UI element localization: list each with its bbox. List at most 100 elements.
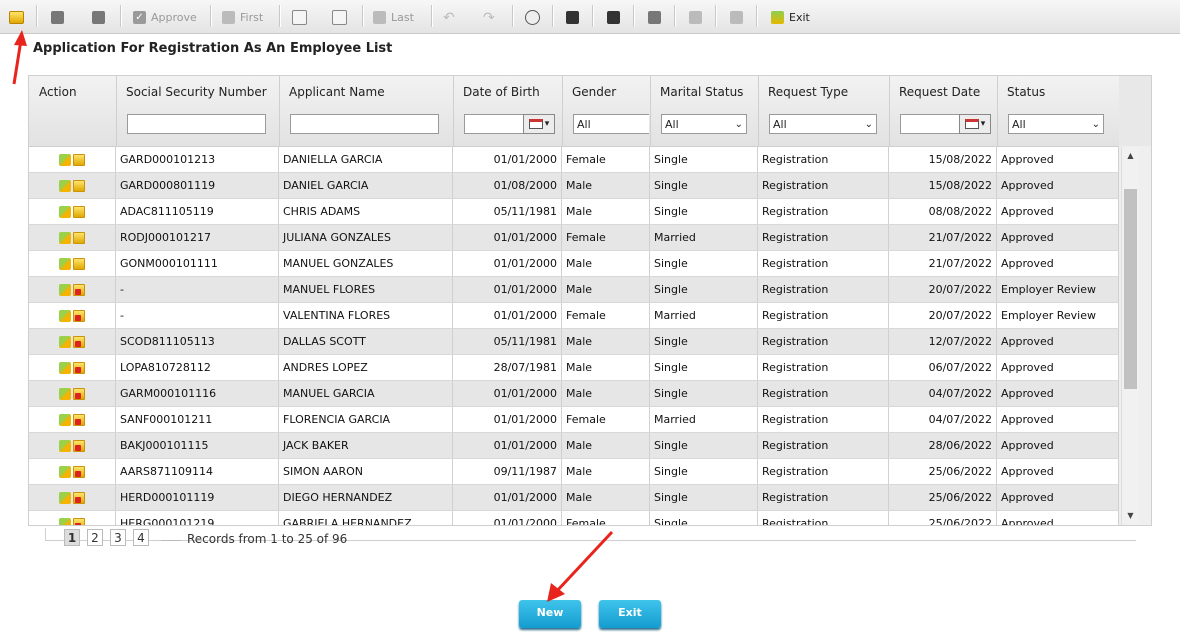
table-row[interactable]: RODJ000101217 JULIANA GONZALES 01/01/2000 F… bbox=[29, 225, 1119, 251]
table-row[interactable]: BAKJ000101115 JACK BAKER 01/01/2000 Male Sin… bbox=[29, 433, 1119, 459]
view-icon[interactable] bbox=[73, 257, 85, 270]
print-list-button[interactable] bbox=[51, 6, 69, 28]
gender-filter-select[interactable]: All bbox=[573, 114, 649, 134]
view-icon[interactable] bbox=[73, 517, 85, 525]
status-filter-select[interactable]: All ⌄ bbox=[1008, 114, 1104, 134]
edit-icon[interactable] bbox=[59, 205, 71, 218]
page-3-button[interactable]: 3 bbox=[110, 529, 126, 546]
name-filter-input[interactable] bbox=[290, 114, 439, 134]
table-row[interactable]: GARD000801119 DANIEL GARCIA 01/08/2000 Male… bbox=[29, 173, 1119, 199]
dob-calendar-button[interactable]: ▾ bbox=[523, 114, 555, 134]
save-close-button[interactable] bbox=[607, 6, 625, 28]
scroll-up-icon[interactable]: ▲ bbox=[1122, 149, 1139, 163]
edit-icon[interactable] bbox=[59, 465, 71, 478]
row-actions bbox=[29, 381, 116, 406]
page-2-button[interactable]: 2 bbox=[87, 529, 103, 546]
edit-icon[interactable] bbox=[59, 361, 71, 374]
request-type-filter-select[interactable]: All ⌄ bbox=[769, 114, 877, 134]
table-row[interactable]: SCOD811105113 DALLAS SCOTT 05/11/1981 Male S… bbox=[29, 329, 1119, 355]
edit-icon[interactable] bbox=[59, 309, 71, 322]
edit-icon[interactable] bbox=[59, 231, 71, 244]
request-date-filter-input[interactable] bbox=[900, 114, 960, 134]
view-icon[interactable] bbox=[73, 439, 85, 452]
printer-button[interactable] bbox=[730, 6, 748, 28]
row-actions bbox=[29, 199, 116, 224]
export-button[interactable] bbox=[92, 6, 110, 28]
table-row[interactable]: LOPA810728112 ANDRES LOPEZ 28/07/1981 Male S… bbox=[29, 355, 1119, 381]
edit-icon[interactable] bbox=[59, 179, 71, 192]
delete-button[interactable] bbox=[648, 6, 666, 28]
marital-filter-select[interactable]: All ⌄ bbox=[661, 114, 747, 134]
approve-button[interactable]: ✓ Approve bbox=[133, 6, 197, 28]
table-row[interactable]: ADAC811105119 CHRIS ADAMS 05/11/1981 Male Si… bbox=[29, 199, 1119, 225]
prev-button[interactable] bbox=[292, 6, 312, 28]
view-icon[interactable] bbox=[73, 361, 85, 374]
first-button[interactable]: First bbox=[222, 6, 263, 28]
delete-icon bbox=[648, 10, 661, 24]
edit-icon[interactable] bbox=[59, 257, 71, 270]
view-icon[interactable] bbox=[73, 231, 85, 244]
view-icon[interactable] bbox=[73, 309, 85, 322]
table-row[interactable]: HERD000101119 DIEGO HERNANDEZ 01/01/2000 Ma… bbox=[29, 485, 1119, 511]
edit-icon[interactable] bbox=[59, 439, 71, 452]
view-icon[interactable] bbox=[73, 179, 85, 192]
edit-icon[interactable] bbox=[59, 283, 71, 296]
vertical-scrollbar[interactable]: ▲ ▼ bbox=[1121, 147, 1139, 525]
redo-button[interactable]: ↷ bbox=[483, 6, 501, 28]
edit-icon[interactable] bbox=[59, 387, 71, 400]
edit-icon[interactable] bbox=[59, 335, 71, 348]
edit-icon[interactable] bbox=[59, 491, 71, 504]
toolbar-exit-button[interactable]: Exit bbox=[771, 6, 810, 28]
new-button[interactable]: New bbox=[519, 600, 581, 628]
dob-filter-input[interactable] bbox=[464, 114, 524, 134]
column-marital-status[interactable]: Marital Status All ⌄ bbox=[650, 76, 759, 146]
table-row[interactable]: GARD000101213 DANIELLA GARCIA 01/01/2000 Fe… bbox=[29, 147, 1119, 173]
column-ssn[interactable]: Social Security Number bbox=[116, 76, 280, 146]
save-button[interactable] bbox=[566, 6, 584, 28]
search-button[interactable] bbox=[525, 6, 545, 28]
view-icon[interactable] bbox=[73, 335, 85, 348]
table-row[interactable]: GONM000101111 MANUEL GONZALES 01/01/2000 Ma… bbox=[29, 251, 1119, 277]
exit-button[interactable]: Exit bbox=[599, 600, 661, 628]
scroll-down-icon[interactable]: ▼ bbox=[1122, 509, 1139, 523]
column-dob[interactable]: Date of Birth ▾ bbox=[453, 76, 563, 146]
table-row[interactable]: SANF000101211 FLORENCIA GARCIA 01/01/2000 F… bbox=[29, 407, 1119, 433]
page-4-button[interactable]: 4 bbox=[133, 529, 149, 546]
view-icon[interactable] bbox=[73, 387, 85, 400]
view-icon[interactable] bbox=[73, 491, 85, 504]
edit-icon[interactable] bbox=[59, 153, 71, 166]
table-row[interactable]: HERG000101219 GABRIELA HERNANDEZ 01/01/200… bbox=[29, 511, 1119, 525]
page-1-button[interactable]: 1 bbox=[64, 529, 80, 546]
cell-gender: Female bbox=[562, 225, 650, 250]
view-icon[interactable] bbox=[73, 153, 85, 166]
view-icon[interactable] bbox=[73, 465, 85, 478]
chevron-left-icon bbox=[292, 9, 307, 25]
audit-button[interactable] bbox=[689, 6, 707, 28]
column-applicant-name[interactable]: Applicant Name bbox=[279, 76, 454, 146]
table-row[interactable]: - MANUEL FLORES 01/01/2000 Male Single Regist… bbox=[29, 277, 1119, 303]
column-request-date[interactable]: Request Date ▾ bbox=[889, 76, 998, 146]
grid-header: Action Social Security Number Applicant … bbox=[29, 76, 1119, 147]
cell-marital: Married bbox=[650, 225, 758, 250]
view-icon[interactable] bbox=[73, 413, 85, 426]
new-record-button[interactable] bbox=[9, 6, 29, 28]
cell-date: 28/06/2022 bbox=[889, 433, 997, 458]
scroll-thumb[interactable] bbox=[1124, 189, 1137, 389]
table-row[interactable]: GARM000101116 MANUEL GARCIA 01/01/2000 Male… bbox=[29, 381, 1119, 407]
edit-icon[interactable] bbox=[59, 517, 71, 525]
column-status[interactable]: Status All ⌄ bbox=[997, 76, 1119, 146]
cell-name: DANIELLA GARCIA bbox=[279, 147, 453, 172]
undo-button[interactable]: ↶ bbox=[443, 6, 461, 28]
edit-icon[interactable] bbox=[59, 413, 71, 426]
next-button[interactable] bbox=[332, 6, 352, 28]
column-gender[interactable]: Gender All bbox=[562, 76, 651, 146]
view-icon[interactable] bbox=[73, 205, 85, 218]
request-date-calendar-button[interactable]: ▾ bbox=[959, 114, 991, 134]
view-icon[interactable] bbox=[73, 283, 85, 296]
cell-gender: Male bbox=[562, 433, 650, 458]
ssn-filter-input[interactable] bbox=[127, 114, 266, 134]
table-row[interactable]: - VALENTINA FLORES 01/01/2000 Female Married… bbox=[29, 303, 1119, 329]
column-request-type[interactable]: Request Type All ⌄ bbox=[758, 76, 890, 146]
table-row[interactable]: AARS871109114 SIMON AARON 09/11/1987 Male Si… bbox=[29, 459, 1119, 485]
last-button[interactable]: Last bbox=[373, 6, 414, 28]
